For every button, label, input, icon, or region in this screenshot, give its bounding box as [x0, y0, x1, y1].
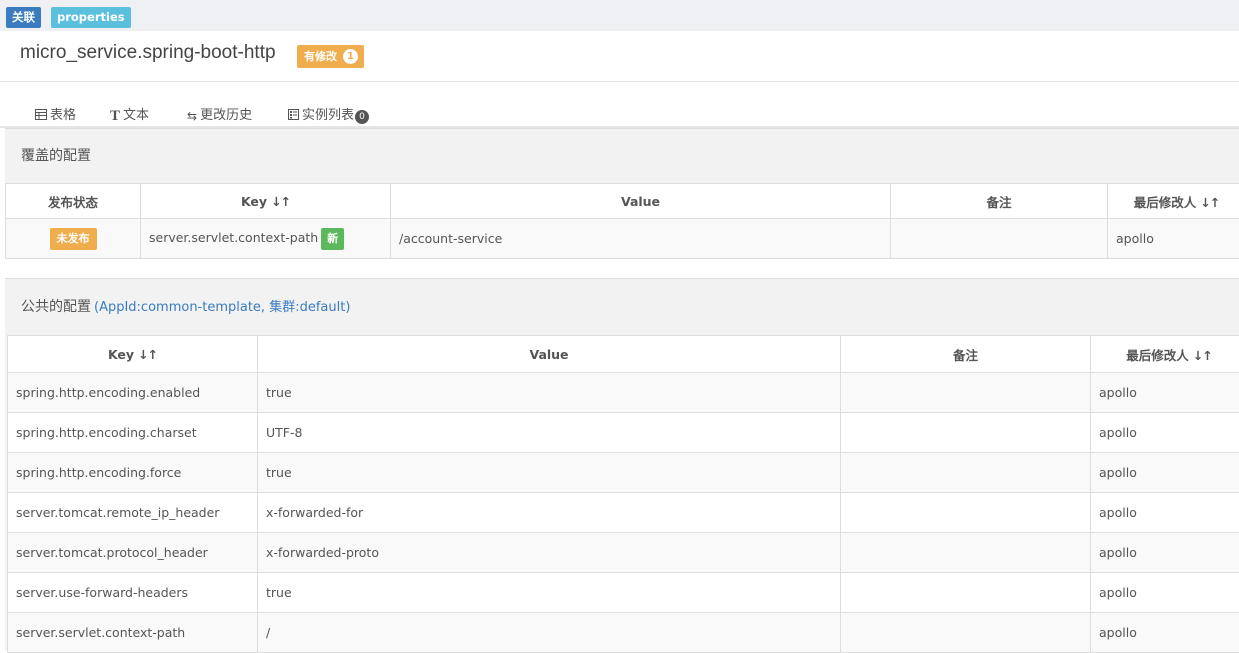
modifier-cell: apollo: [1091, 533, 1239, 573]
modified-badge: 有修改 1: [297, 45, 364, 68]
value-cell: /account-service: [391, 219, 891, 259]
namespace-header: micro_service.spring-boot-http 有修改 1: [0, 31, 1239, 82]
tab-instances[interactable]: 实例列表0: [288, 104, 369, 126]
modifier-cell: apollo: [1091, 413, 1239, 453]
modified-count: 1: [343, 49, 358, 64]
col-comment: 备注: [841, 336, 1091, 373]
instance-count-badge: 0: [355, 110, 369, 124]
public-config-title: 公共的配置: [21, 299, 91, 315]
tab-history[interactable]: ⇆更改历史: [187, 104, 252, 126]
override-config-panel: 覆盖的配置 发布状态 Key↓↑ Value 备注 最后修改人↓↑ 未发布 se…: [5, 128, 1239, 258]
comment-cell: [841, 493, 1091, 533]
col-key-label: Key: [241, 194, 267, 209]
value-cell: /: [258, 613, 841, 653]
col-comment: 备注: [891, 184, 1108, 219]
col-key-label: Key: [108, 347, 134, 362]
comment-cell: [841, 373, 1091, 413]
comment-cell: [841, 533, 1091, 573]
comment-cell: [891, 219, 1108, 259]
value-cell: UTF-8: [258, 413, 841, 453]
modifier-cell: apollo: [1091, 493, 1239, 533]
col-key[interactable]: Key ↓↑: [141, 184, 391, 219]
col-value: Value: [258, 336, 841, 373]
col-value: Value: [391, 184, 891, 219]
unpublished-badge: 未发布: [50, 228, 97, 250]
text-icon: T: [110, 108, 120, 125]
table-row[interactable]: spring.http.encoding.enabledtrue apollo: [8, 373, 1239, 413]
comment-cell: [841, 613, 1091, 653]
table-icon: [35, 109, 47, 124]
new-badge: 新: [321, 228, 344, 250]
value-cell: x-forwarded-proto: [258, 533, 841, 573]
col-modifier-label: 最后修改人: [1134, 195, 1197, 210]
format-label: properties: [51, 7, 131, 28]
modifier-cell: apollo: [1091, 453, 1239, 493]
namespace-title: micro_service.spring-boot-http: [20, 42, 276, 64]
override-config-table: 发布状态 Key↓↑ Value 备注 最后修改人↓↑ 未发布 server.s…: [5, 183, 1239, 259]
key-cell: spring.http.encoding.enabled: [8, 373, 258, 413]
modified-badge-label: 有修改: [304, 50, 337, 63]
col-modifier[interactable]: 最后修改人↓↑: [1108, 184, 1239, 219]
key-cell: spring.http.encoding.charset: [8, 413, 258, 453]
key-cell: server.tomcat.remote_ip_header: [8, 493, 258, 533]
tab-instances-label: 实例列表: [302, 108, 354, 123]
override-config-title: 覆盖的配置: [5, 129, 1239, 183]
modifier-cell: apollo: [1091, 573, 1239, 613]
table-row[interactable]: 未发布 server.servlet.context-path新 /accoun…: [6, 219, 1239, 259]
value-cell: true: [258, 453, 841, 493]
comment-cell: [841, 413, 1091, 453]
sort-icon[interactable]: ↓↑: [1200, 195, 1219, 210]
tab-text-label: 文本: [123, 108, 149, 123]
table-row[interactable]: server.tomcat.protocol_headerx-forwarded…: [8, 533, 1239, 573]
modifier-cell: apollo: [1091, 613, 1239, 653]
history-icon: ⇆: [187, 109, 197, 123]
modifier-cell: apollo: [1108, 219, 1239, 259]
col-modifier[interactable]: 最后修改人 ↓↑: [1091, 336, 1239, 373]
sort-icon[interactable]: ↓↑: [271, 194, 290, 209]
table-row[interactable]: server.tomcat.remote_ip_headerx-forwarde…: [8, 493, 1239, 533]
comment-cell: [841, 573, 1091, 613]
value-cell: true: [258, 573, 841, 613]
col-modifier-label: 最后修改人: [1126, 348, 1189, 363]
key-cell: server.servlet.context-path: [8, 613, 258, 653]
col-status: 发布状态: [6, 184, 141, 219]
public-config-meta: (AppId:common-template, 集群:default): [94, 300, 350, 315]
tab-text[interactable]: T文本: [110, 104, 149, 126]
value-cell: true: [258, 373, 841, 413]
comment-cell: [841, 453, 1091, 493]
view-tabs: 表格 T文本 ⇆更改历史 实例列表0: [0, 82, 1239, 128]
status-cell: 未发布: [6, 219, 141, 259]
key-cell: server.use-forward-headers: [8, 573, 258, 613]
table-row[interactable]: server.servlet.context-path/ apollo: [8, 613, 1239, 653]
tab-table-label: 表格: [50, 108, 76, 123]
top-label-bar: 关联 properties: [0, 0, 1239, 31]
value-cell: x-forwarded-for: [258, 493, 841, 533]
public-config-panel: 公共的配置(AppId:common-template, 集群:default)…: [5, 278, 1239, 651]
col-key[interactable]: Key ↓↑: [8, 336, 258, 373]
table-row[interactable]: spring.http.encoding.forcetrue apollo: [8, 453, 1239, 493]
modifier-cell: apollo: [1091, 373, 1239, 413]
public-header-row: Key ↓↑ Value 备注 最后修改人 ↓↑: [8, 336, 1239, 373]
key-text: server.servlet.context-path: [149, 230, 318, 245]
link-label: 关联: [6, 7, 41, 28]
instance-list-icon: [288, 109, 299, 124]
public-config-heading: 公共的配置(AppId:common-template, 集群:default): [5, 279, 1239, 335]
table-row[interactable]: spring.http.encoding.charsetUTF-8 apollo: [8, 413, 1239, 453]
tab-history-label: 更改历史: [200, 108, 252, 123]
table-row[interactable]: server.use-forward-headerstrue apollo: [8, 573, 1239, 613]
override-header-row: 发布状态 Key↓↑ Value 备注 最后修改人↓↑: [6, 184, 1239, 219]
sort-icon[interactable]: ↓↑: [1193, 348, 1212, 363]
key-cell: spring.http.encoding.force: [8, 453, 258, 493]
key-cell: server.tomcat.protocol_header: [8, 533, 258, 573]
public-config-table: Key ↓↑ Value 备注 最后修改人 ↓↑ spring.http.encod…: [7, 335, 1239, 653]
key-cell: server.servlet.context-path新: [141, 219, 391, 259]
sort-icon[interactable]: ↓↑: [138, 347, 157, 362]
